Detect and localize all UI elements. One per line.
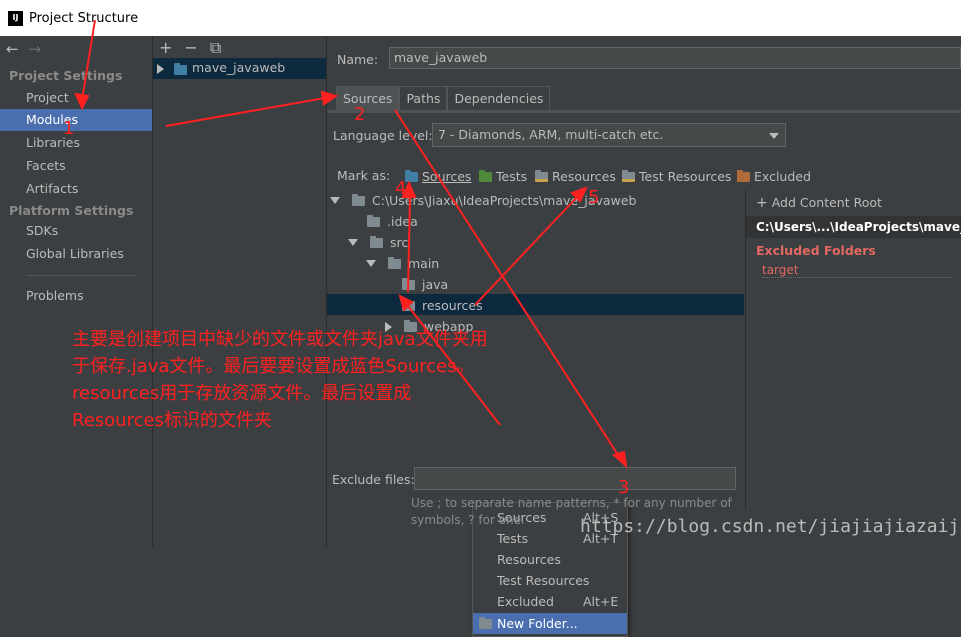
- menu-item-new-folder[interactable]: New Folder...: [473, 613, 627, 634]
- arrow-head-icon: [74, 92, 90, 111]
- menu-label: Test Resources: [497, 573, 590, 588]
- annotation-number-2: 2: [354, 104, 366, 125]
- annotation-number-4: 4: [395, 178, 407, 199]
- menu-item-resources[interactable]: Resources: [473, 549, 627, 570]
- watermark: https://blog.csdn.net/jiajiajiazaijia: [580, 516, 961, 537]
- annotation-arrow: [474, 195, 579, 306]
- menu-item-test-resources[interactable]: Test Resources: [473, 570, 627, 591]
- annotation-arrows: [74, 19, 628, 469]
- annotation-arrow: [81, 19, 96, 101]
- menu-label: New Folder...: [497, 616, 578, 631]
- arrow-head-icon: [612, 450, 628, 469]
- annotation-number-3: 3: [618, 477, 630, 498]
- new-folder-icon: [479, 617, 492, 629]
- annotation-arrow: [407, 194, 411, 293]
- menu-shortcut: Alt+E: [583, 594, 619, 609]
- annotation-arrow: [165, 97, 326, 127]
- menu-item-excluded[interactable]: Excluded Alt+E: [473, 591, 627, 612]
- annotation-text: 主要是创建项目中缺少的文件或文件夹java文件夹用于保存.java文件。最后要要…: [72, 329, 488, 431]
- annotation-number-5: 5: [588, 187, 600, 208]
- arrow-head-icon: [320, 90, 339, 106]
- annotation-number-1: 1: [63, 118, 75, 139]
- menu-label: Resources: [497, 552, 561, 567]
- menu-label: Excluded: [497, 594, 554, 609]
